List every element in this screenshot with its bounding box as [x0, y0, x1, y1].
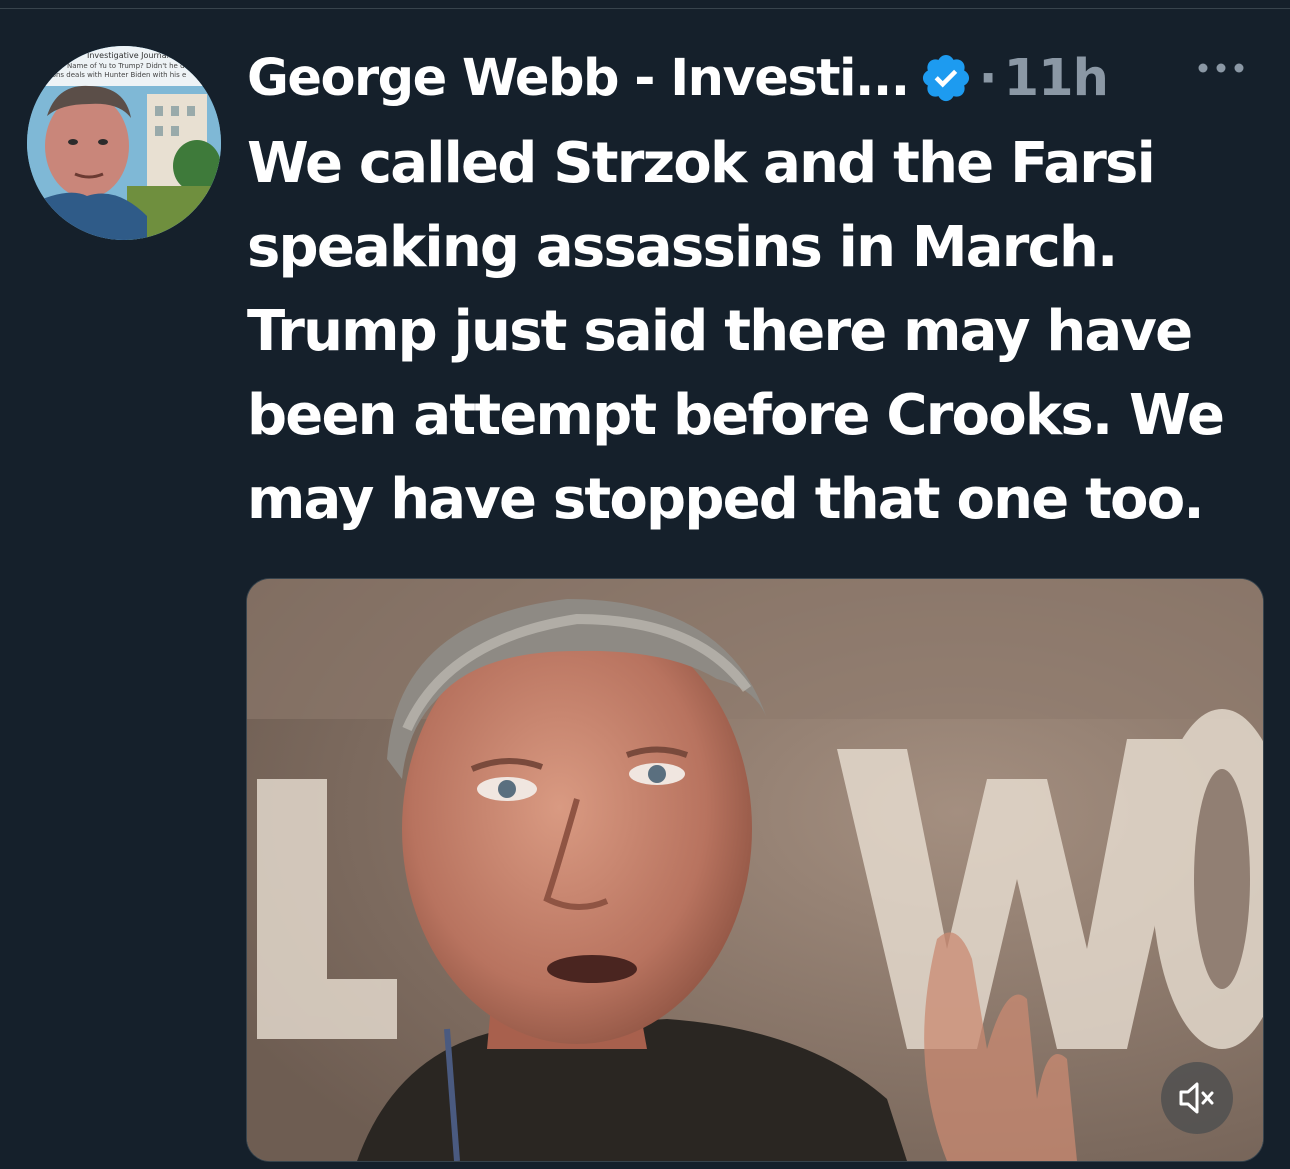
tweet-text-line: We called Strzok and the Farsi [247, 131, 1156, 196]
mute-toggle-button[interactable] [1161, 1062, 1233, 1134]
avatar-banner-line-1: Investigative Journalist [87, 51, 178, 60]
more-dots-icon [1198, 63, 1244, 73]
tweet-text: We called Strzok and the Farsi speaking … [247, 122, 1277, 542]
verified-badge-icon[interactable] [919, 51, 973, 105]
more-options-button[interactable] [1186, 38, 1256, 98]
avatar-banner-line-3: tions deals with Hunter Biden with his e [47, 71, 186, 79]
author-avatar[interactable]: Investigative Journalist Name of Yu to T… [27, 46, 221, 240]
tweet-video[interactable] [246, 578, 1264, 1162]
top-divider [0, 8, 1290, 9]
tweet-text-line: been attempt before Crooks. We [247, 383, 1225, 448]
speaker-muted-icon [1179, 1082, 1214, 1114]
video-frame [247, 579, 1263, 1161]
author-name[interactable]: George Webb - Investi... [247, 49, 910, 108]
tweet-timestamp[interactable]: 11h [1004, 49, 1109, 108]
tweet-header: George Webb - Investi... · 11h [247, 38, 1109, 118]
avatar-banner-line-2: Name of Yu to Trump? Didn't he d [67, 62, 185, 70]
tweet-text-line: may have stopped that one too. [247, 467, 1205, 532]
avatar-image: Investigative Journalist Name of Yu to T… [27, 46, 221, 240]
tweet-text-line: speaking assassins in March. [247, 215, 1118, 280]
header-separator: · [978, 49, 998, 107]
tweet-text-line: Trump just said there may have [247, 299, 1193, 364]
